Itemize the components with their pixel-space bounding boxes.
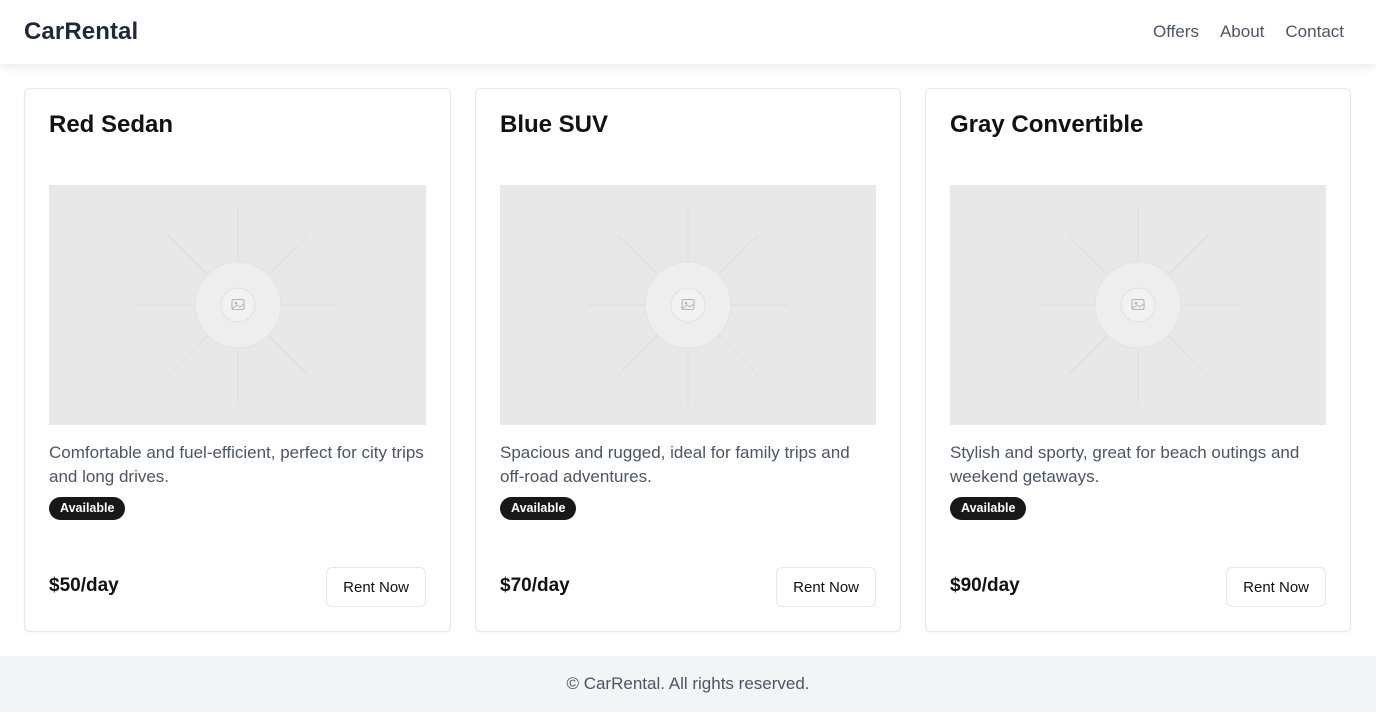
car-description: Comfortable and fuel-efficient, perfect …	[49, 443, 424, 486]
car-listing: Red Sedan Comfortable and fuel-efficient…	[24, 88, 1351, 632]
copyright-text: © CarRental. All rights reserved.	[566, 674, 810, 693]
car-price: $50/day	[49, 575, 119, 596]
image-placeholder-icon	[137, 205, 338, 405]
availability-badge: Available	[500, 497, 577, 520]
rent-now-button[interactable]: Rent Now	[1226, 567, 1326, 607]
car-title: Blue SUV	[500, 111, 609, 138]
brand-logo[interactable]: CarRental	[24, 18, 138, 46]
nav-about-link[interactable]: About	[1220, 22, 1264, 42]
car-card-gray-convertible: Gray Convertible Stylish and sporty, gre…	[925, 88, 1351, 632]
car-image-placeholder	[500, 185, 876, 425]
car-image-placeholder	[950, 185, 1326, 425]
car-card-blue-suv: Blue SUV Spacious and rugged, ideal for …	[475, 88, 901, 632]
site-footer: © CarRental. All rights reserved.	[0, 656, 1376, 712]
car-description: Spacious and rugged, ideal for family tr…	[500, 443, 850, 486]
car-card-red-sedan: Red Sedan Comfortable and fuel-efficient…	[24, 88, 451, 632]
image-placeholder-icon	[588, 205, 788, 405]
car-title: Red Sedan	[49, 111, 174, 138]
nav-contact-link[interactable]: Contact	[1285, 22, 1344, 42]
image-placeholder-icon	[1038, 205, 1238, 405]
nav-offers-link[interactable]: Offers	[1153, 22, 1199, 42]
car-price: $90/day	[950, 575, 1020, 596]
site-header: CarRental Offers About Contact	[0, 0, 1376, 64]
car-title: Gray Convertible	[950, 111, 1144, 138]
main-nav: Offers About Contact	[1153, 22, 1344, 42]
rent-now-button[interactable]: Rent Now	[326, 567, 426, 607]
rent-now-button[interactable]: Rent Now	[776, 567, 876, 607]
availability-badge: Available	[49, 497, 126, 520]
car-image-placeholder	[49, 185, 426, 425]
availability-badge: Available	[950, 497, 1027, 520]
car-price: $70/day	[500, 575, 570, 596]
car-description: Stylish and sporty, great for beach outi…	[950, 443, 1300, 486]
